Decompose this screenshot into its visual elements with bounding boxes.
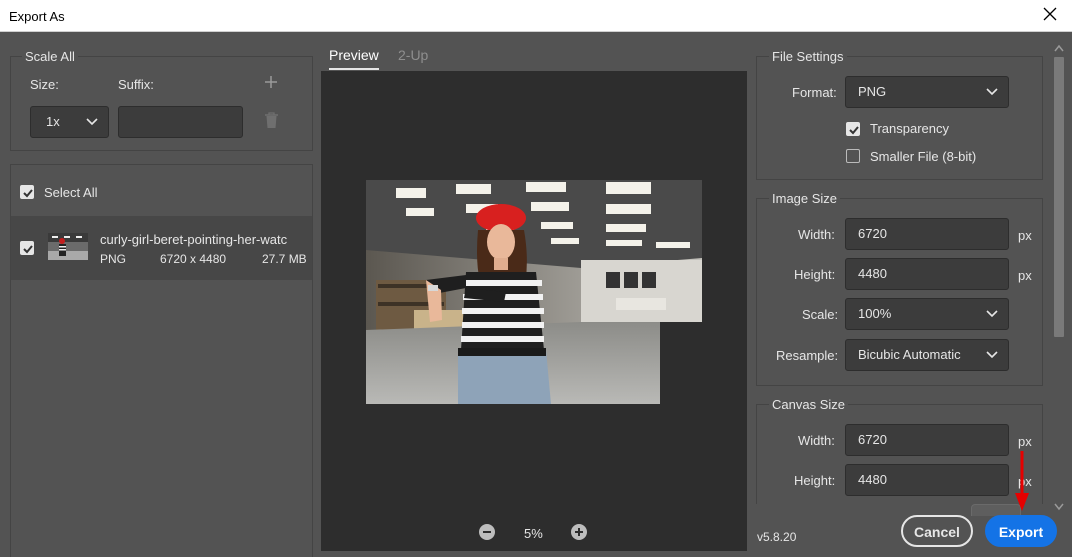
settings-scrollbar[interactable]	[1051, 38, 1067, 513]
transparency-checkbox[interactable]	[846, 122, 860, 136]
asset-format: PNG	[100, 252, 127, 266]
image-width-input[interactable]: 6720	[845, 218, 1009, 250]
resample-select[interactable]: Bicubic Automatic	[845, 339, 1009, 371]
asset-list-item[interactable]: curly-girl-beret-pointing-her-watc PNG 6…	[11, 216, 312, 280]
select-all-checkbox[interactable]	[20, 185, 34, 199]
check-icon	[23, 245, 33, 254]
image-height-label: Height:	[794, 267, 836, 282]
check-icon	[849, 126, 859, 135]
check-icon	[23, 189, 33, 198]
chevron-down-icon	[86, 118, 98, 126]
tab-2-up[interactable]: 2-Up	[398, 47, 428, 63]
asset-thumbnail	[48, 233, 88, 260]
file-settings-legend: File Settings	[769, 49, 847, 64]
scale-select[interactable]: 100%	[845, 298, 1009, 330]
suffix-input[interactable]	[118, 106, 243, 138]
add-icon[interactable]	[264, 75, 278, 89]
chevron-down-icon	[986, 351, 998, 359]
format-select-value: PNG	[858, 84, 887, 99]
image-width-label: Width:	[798, 227, 835, 242]
export-dialog: Scale All Size: Suffix: 1x Select All cu…	[0, 33, 1072, 557]
canvas-width-unit: px	[1018, 434, 1032, 449]
image-width-unit: px	[1018, 228, 1032, 243]
preview-area	[321, 71, 747, 551]
format-select[interactable]: PNG	[845, 76, 1009, 108]
canvas-size-legend: Canvas Size	[769, 397, 848, 412]
scale-all-legend: Scale All	[22, 49, 78, 64]
chevron-down-icon	[986, 88, 998, 96]
image-size-legend: Image Size	[769, 191, 841, 206]
size-select-value: 1x	[46, 114, 60, 129]
smaller-file-checkbox[interactable]	[846, 149, 860, 163]
title-bar: Export As	[0, 0, 1072, 32]
window-title: Export As	[9, 9, 65, 24]
tab-preview[interactable]: Preview	[329, 47, 379, 70]
scroll-thumb[interactable]	[1054, 57, 1064, 337]
trash-icon[interactable]	[264, 112, 279, 129]
asset-name: curly-girl-beret-pointing-her-watc	[100, 232, 288, 247]
suffix-label: Suffix:	[118, 77, 154, 92]
version-label: v5.8.20	[757, 530, 797, 544]
preview-image	[366, 180, 702, 404]
zoom-level: 5%	[524, 526, 543, 541]
scale-label: Scale:	[802, 307, 839, 322]
annotation-arrow-icon	[1015, 451, 1029, 511]
image-height-unit: px	[1018, 268, 1032, 283]
resample-label: Resample:	[776, 348, 839, 363]
select-all-label: Select All	[44, 185, 98, 200]
export-button[interactable]: Export	[985, 515, 1057, 547]
size-label: Size:	[30, 77, 59, 92]
scroll-up-icon[interactable]	[1054, 44, 1064, 52]
scale-select-value: 100%	[858, 306, 892, 321]
zoom-in-icon[interactable]	[571, 524, 587, 540]
canvas-width-label: Width:	[798, 433, 835, 448]
scroll-down-icon[interactable]	[1054, 503, 1064, 511]
asset-checkbox[interactable]	[20, 241, 34, 255]
asset-filesize: 27.7 MB	[262, 252, 307, 266]
cancel-button[interactable]: Cancel	[901, 515, 973, 547]
zoom-out-icon[interactable]	[479, 524, 495, 540]
smaller-file-label: Smaller File (8-bit)	[870, 149, 977, 164]
close-icon[interactable]	[1042, 6, 1058, 22]
canvas-height-input[interactable]: 4480	[845, 464, 1009, 496]
format-label: Format:	[792, 85, 837, 100]
resample-select-value: Bicubic Automatic	[858, 347, 961, 362]
image-height-input[interactable]: 4480	[845, 258, 1009, 290]
asset-dimensions: 6720 x 4480	[160, 252, 227, 266]
size-select[interactable]: 1x	[30, 106, 109, 138]
canvas-height-label: Height:	[794, 473, 836, 488]
chevron-down-icon	[986, 310, 998, 318]
transparency-label: Transparency	[870, 121, 949, 136]
canvas-width-input[interactable]: 6720	[845, 424, 1009, 456]
